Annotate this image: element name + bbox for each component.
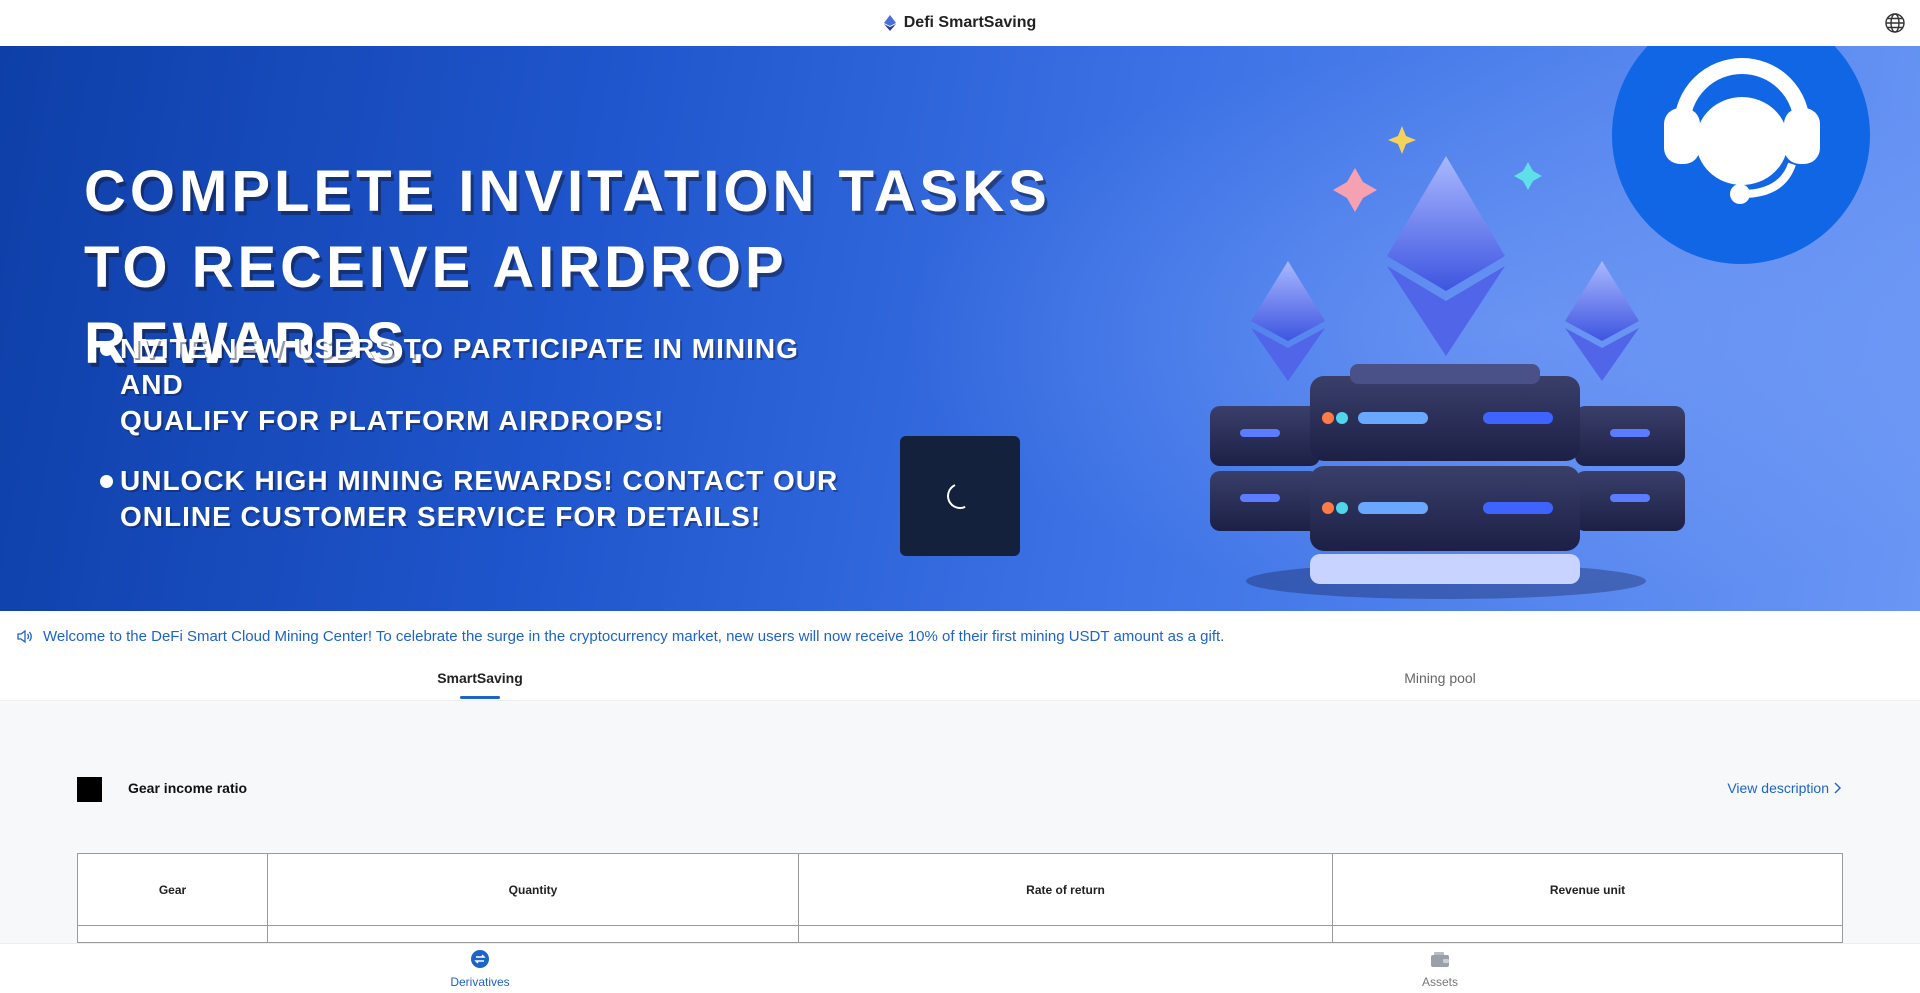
banner-bullet-line: NVITE NEW USERS TO PARTICIPATE IN MINING… [120, 333, 799, 400]
banner-bullet: NVITE NEW USERS TO PARTICIPATE IN MINING… [100, 331, 860, 439]
section-title: Gear income ratio [128, 780, 248, 796]
table-cell [268, 926, 799, 942]
table-cell [799, 926, 1333, 942]
banner-bullet-line: UNLOCK HIGH MINING REWARDS! CONTACT OUR [120, 465, 839, 496]
section-icon [77, 777, 102, 802]
swap-icon [471, 950, 489, 968]
banner-headline-line1: COMPLETE INVITATION TASKS [84, 159, 1051, 224]
top-bar: Defi SmartSaving [0, 0, 1920, 46]
wallet-icon [1431, 952, 1449, 967]
tab-mining-pool[interactable]: Mining pool [1290, 661, 1590, 701]
app-title: Defi SmartSaving [903, 14, 1037, 31]
banner-bullets: NVITE NEW USERS TO PARTICIPATE IN MINING… [100, 331, 860, 559]
banner-bullet-line: QUALIFY FOR PLATFORM AIRDROPS! [120, 405, 665, 436]
banner-bullet: UNLOCK HIGH MINING REWARDS! CONTACT OUR … [100, 463, 860, 535]
nav-derivatives-label: Derivatives [450, 975, 510, 989]
nav-derivatives[interactable]: Derivatives [380, 950, 580, 989]
banner-bullet-line: ONLINE CUSTOMER SERVICE FOR DETAILS! [120, 501, 762, 532]
product-tabs: SmartSaving Mining pool [0, 661, 1920, 701]
table-row [78, 926, 1842, 942]
speaker-icon [17, 629, 32, 643]
view-description-label: View description [1727, 780, 1829, 796]
column-header-revenue-unit: Revenue unit [1549, 882, 1626, 897]
table-header-row: Gear Quantity Rate of return Revenue uni… [78, 854, 1842, 926]
table-cell [78, 926, 268, 942]
brand: Defi SmartSaving [883, 14, 1037, 32]
tab-smartsaving[interactable]: SmartSaving [330, 661, 630, 701]
announcement-text: Welcome to the DeFi Smart Cloud Mining C… [43, 627, 1225, 645]
ethereum-logo-icon [883, 15, 896, 31]
column-header-gear: Gear [78, 854, 268, 925]
gear-income-section-header: Gear income ratio View description [77, 776, 1843, 802]
language-globe-icon[interactable] [1884, 12, 1906, 34]
headset-support-icon [1664, 58, 1820, 204]
bottom-navigation: Derivatives Assets [0, 943, 1920, 993]
loading-overlay [900, 436, 1020, 556]
column-header-rate-of-return: Rate of return [799, 854, 1333, 925]
chevron-right-icon [1834, 782, 1841, 794]
column-header-quantity: Quantity [268, 854, 799, 925]
nav-assets-label: Assets [1421, 975, 1458, 989]
gear-income-table: Gear Quantity Rate of return Revenue uni… [77, 853, 1843, 943]
nav-assets[interactable]: Assets [1340, 950, 1540, 989]
promo-banner[interactable]: COMPLETE INVITATION TASKS TO RECEIVE AIR… [0, 46, 1920, 611]
table-cell [1333, 926, 1842, 942]
announcement-bar: Welcome to the DeFi Smart Cloud Mining C… [0, 611, 1920, 661]
active-tab-indicator [460, 696, 500, 699]
loading-spinner-icon [943, 479, 977, 513]
view-description-link[interactable]: View description [1727, 780, 1841, 796]
